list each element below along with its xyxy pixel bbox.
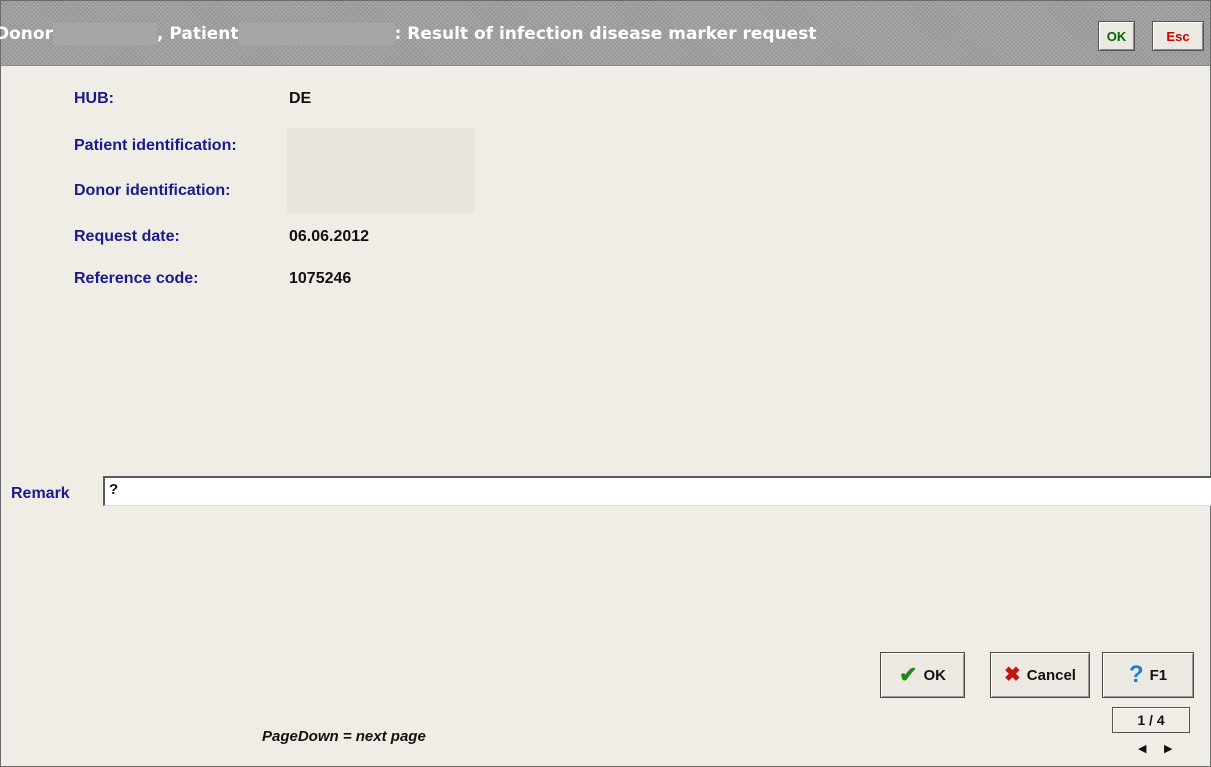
remark-input[interactable]: ?: [103, 476, 1211, 506]
redacted-patient-name: [238, 23, 395, 45]
ok-button[interactable]: ✔ OK: [880, 652, 965, 698]
title-ok-button[interactable]: OK: [1098, 21, 1135, 51]
title-esc-button[interactable]: Esc: [1152, 21, 1204, 51]
arrow-left-icon[interactable]: ◀: [1138, 742, 1146, 756]
remark-label: Remark: [11, 485, 70, 502]
page-indicator: 1 / 4: [1112, 707, 1190, 733]
title-patient-label: , Patient: [156, 24, 239, 44]
redacted-donor-name: [52, 23, 157, 45]
question-icon: ?: [1128, 661, 1144, 688]
cancel-button-label: Cancel: [1026, 666, 1076, 684]
cancel-button[interactable]: ✖ Cancel: [990, 652, 1090, 698]
reference-code-value: 1075246: [289, 270, 352, 287]
title-bar: Donor , Patient : Result of infection di…: [0, 1, 1210, 66]
redacted-identification-box: [287, 128, 475, 214]
hub-label: HUB:: [74, 90, 114, 107]
window-title: Donor , Patient : Result of infection di…: [0, 23, 816, 45]
dialog-window: Donor , Patient : Result of infection di…: [0, 0, 1211, 767]
ok-button-label: OK: [923, 666, 946, 684]
pagedown-hint: PageDown = next page: [262, 728, 426, 745]
title-donor-label: Donor: [0, 24, 53, 44]
patient-identification-label: Patient identification:: [74, 137, 237, 154]
x-icon: ✖: [1004, 664, 1021, 686]
f1-button-label: F1: [1149, 666, 1168, 684]
help-f1-button[interactable]: ? F1: [1102, 652, 1194, 698]
arrow-right-icon[interactable]: ▶: [1164, 742, 1172, 756]
hub-value: DE: [289, 90, 312, 107]
reference-code-label: Reference code:: [74, 270, 199, 287]
check-icon: ✔: [899, 662, 918, 687]
request-date-value: 06.06.2012: [289, 228, 370, 245]
title-subject: : Result of infection disease marker req…: [394, 24, 817, 44]
request-date-label: Request date:: [74, 228, 180, 245]
donor-identification-label: Donor identification:: [74, 182, 231, 199]
